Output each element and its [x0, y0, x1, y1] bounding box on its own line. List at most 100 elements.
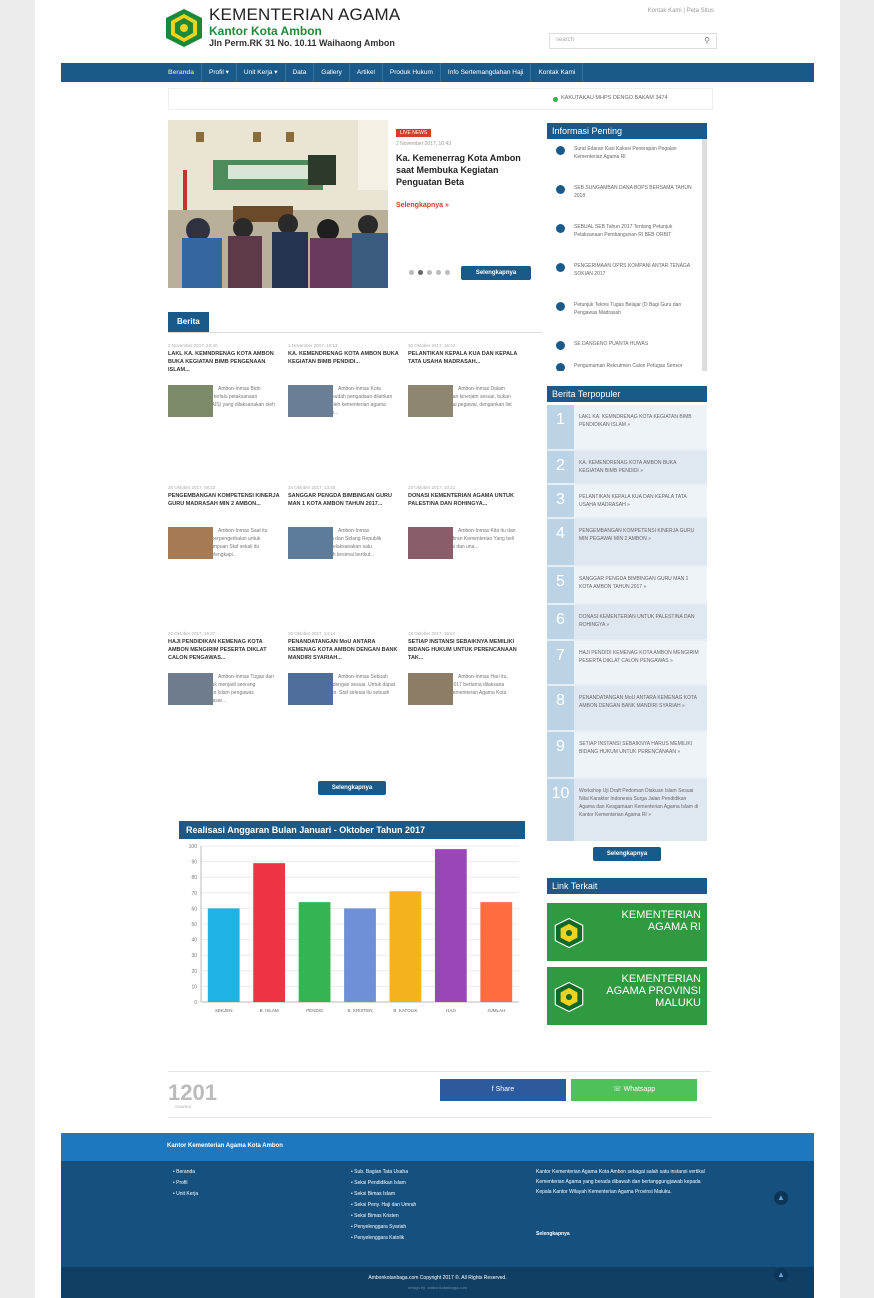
news-thumbnail[interactable] [288, 385, 333, 417]
popular-item[interactable]: 1 LAKL KA. KEMNDRENAG KOTA KEGIATAN BIMB … [547, 405, 707, 449]
popular-title: SANGGAR PENGDA BIMBINGAN GURU MAN 1 KOTA… [579, 576, 689, 590]
slider-dot[interactable] [409, 270, 414, 275]
slider-dot[interactable] [445, 270, 450, 275]
news-item[interactable]: 23 Oktober 2017, 10:21 DONASI KEMENTERIAN… [408, 485, 520, 625]
news-headline[interactable]: PENGEMBANGAN KOMPETENSI KINERJA GURU MAD… [168, 492, 280, 524]
popular-title: SETIAP INSTANSI SEBAIKNYA HARUS MEMILIKI… [579, 741, 693, 755]
popular-item[interactable]: 8 PENANDATANGAN MoU ANTARA KEMENAG KOTA A… [547, 686, 707, 730]
footer-link[interactable]: Seksi Bimas Islam [351, 1189, 416, 1200]
news-thumbnail[interactable] [168, 527, 213, 559]
news-headline[interactable]: PELANTIKAN KEPALA KUA DAN KEPALA TATA US… [408, 350, 520, 382]
slider-image[interactable] [168, 120, 388, 288]
news-thumbnail[interactable] [408, 527, 453, 559]
news-date: 24 Oktober 2017, 13:40 [288, 485, 336, 490]
nav-item-artikel[interactable]: Artikel [350, 63, 383, 82]
news-headline[interactable]: LAKL KA. KEMNDRENAG KOTA AMBON BUKA KEGI… [168, 350, 280, 382]
chart-bar[interactable] [480, 902, 513, 1002]
list-item[interactable]: PENGERIMAAN OPRS KOMPANI ANTAR TENAGA SO… [547, 256, 702, 295]
news-item[interactable]: 2 November 2017, 10:40 LAKL KA. KEMNDRENA… [168, 343, 280, 483]
list-item[interactable]: SEB SUNGAMBAN DANA BOPS BERSAMA TAHUN 20… [547, 178, 702, 217]
list-item[interactable]: SE DANGENO PUANTA HUWAS [547, 334, 702, 356]
footer-link[interactable]: Seksi Peny. Haji dan Umrah [351, 1200, 416, 1211]
list-item[interactable]: Pengumuman Rekrutmen Calon Petugas Senso… [547, 356, 702, 371]
news-headline[interactable]: DONASI KEMENTERIAN AGAMA UNTUK PALESTINA… [408, 492, 520, 524]
news-thumbnail[interactable] [288, 527, 333, 559]
list-item[interactable]: Petunjuk Teknis Tugas Belajar (D Bagi Gu… [547, 295, 702, 334]
popular-item[interactable]: 5 SANGGAR PENGDA BIMBINGAN GURU MAN 1 KOT… [547, 567, 707, 603]
news-item[interactable]: 20 Oktober 2017, 14:14 PENANDATANGAN MoU … [288, 631, 400, 771]
news-thumbnail[interactable] [168, 673, 213, 705]
whatsapp-share-button[interactable]: ☏ Whatsapp [571, 1079, 697, 1101]
nav-item-kontak[interactable]: Kontak Kami [531, 63, 584, 82]
popular-item[interactable]: 3 PELANTIKAN KEPALA KUA DAN KEPALA TATA U… [547, 485, 707, 517]
news-headline[interactable]: SETIAP INSTANSI SEBAIKNYA MEMILIKI BIDAN… [408, 638, 520, 670]
ticker-text[interactable]: KAKUTAKAU MHPS DENGO BAKAM 3474 [561, 95, 668, 101]
chart-bar[interactable] [298, 902, 331, 1002]
slider-selengkapnya-button[interactable]: Selengkapnya [461, 266, 531, 280]
popular-item[interactable]: 10 Workshop Uji Draft Pedoman Diakuan Isl… [547, 779, 707, 841]
berita-selengkapnya-button[interactable]: Selengkapnya [318, 781, 386, 795]
popular-item[interactable]: 7 HAJI PENDIDI KEMENAG KOTA AMBON MENGIRI… [547, 641, 707, 684]
popular-title: LAKL KA. KEMNDRENAG KOTA KEGIATAN BIMB P… [579, 414, 692, 428]
footer-link[interactable]: Seksi Bimas Kristen [351, 1211, 416, 1222]
footer-link[interactable]: Unit Kerja [173, 1189, 198, 1200]
news-headline[interactable]: SANGGAR PENGDA BIMBINGAN GURU MAN 1 KOTA… [288, 492, 400, 524]
link-kemenag-maluku[interactable]: KEMENTERIAN AGAMA PROVINSI MALUKU [547, 967, 707, 1025]
news-item[interactable]: 30 Oktober 2017, 16:13 PELANTIKAN KEPALA … [408, 343, 520, 483]
chart-bar[interactable] [253, 863, 286, 1002]
list-item[interactable]: Surat Edaran Kasi Kakesi Penerapan Pegal… [547, 139, 702, 178]
nav-item-profil[interactable]: Profil ▾ [202, 63, 237, 82]
news-thumbnail[interactable] [408, 385, 453, 417]
popular-item[interactable]: 4 PENGEMBANGAN KOMPETENSI KINERJA GURU MI… [547, 519, 707, 565]
nav-item-data[interactable]: Data [286, 63, 315, 82]
link-kemenag-ri[interactable]: KEMENTERIAN AGAMA RI [547, 903, 707, 961]
news-item[interactable]: 20 Oktober 2017, 16:37 HAJI PENDIDIKAN KE… [168, 631, 280, 771]
chart-bar[interactable] [207, 908, 240, 1002]
popular-item[interactable]: 2 KA. KEMENDRENAG KOTA AMBON BUKA KEGIATA… [547, 451, 707, 483]
popular-item[interactable]: 9 SETIAP INSTANSI SEBAIKNYA HARUS MEMILIK… [547, 732, 707, 777]
popular-item[interactable]: 6 DONASI KEMENTERIAN UNTUK PALESTINA DAN … [547, 605, 707, 639]
news-thumbnail[interactable] [288, 673, 333, 705]
news-thumbnail[interactable] [168, 385, 213, 417]
news-item[interactable]: 24 Oktober 2017, 13:40 SANGGAR PENGDA BIM… [288, 485, 400, 625]
nav-item-produk-hukum[interactable]: Produk Hukum [383, 63, 441, 82]
populer-selengkapnya-button[interactable]: Selengkapnya [593, 847, 661, 861]
list-item[interactable]: SEBUAL SEB Tahun 2017 Tentang Petunjuk P… [547, 217, 702, 256]
news-headline[interactable]: PENANDATANGAN MoU ANTARA KEMENAG KOTA AM… [288, 638, 400, 670]
news-headline[interactable]: KA. KEMENDRENAG KOTA AMBON BUKA KEGIATAN… [288, 350, 400, 382]
nav-item-unit-kerja[interactable]: Unit Kerja ▾ [237, 63, 286, 82]
footer-link[interactable]: Penyelenggara Katolik [351, 1233, 416, 1244]
nav-item-info-haji[interactable]: Info Sertemangdahan Haji [441, 63, 532, 82]
footer-link[interactable]: Sub. Bagian Tata Usaha [351, 1167, 416, 1178]
search-input[interactable]: search ⚲ [549, 33, 717, 49]
footer-link[interactable]: Seksi Pendidikan Islam [351, 1178, 416, 1189]
slider-more-link[interactable]: Selengkapnya » [396, 202, 449, 209]
news-thumbnail[interactable] [408, 673, 453, 705]
footer-link[interactable]: Beranda [173, 1167, 198, 1178]
populer-header: Berita Terpopuler [547, 386, 707, 402]
footer-link[interactable]: Profil [173, 1178, 198, 1189]
search-icon[interactable]: ⚲ [704, 36, 710, 45]
scroll-top-icon[interactable]: ▲ [774, 1191, 788, 1205]
slider-dot[interactable] [427, 270, 432, 275]
news-item[interactable]: 1 November 2017, 10:12 KA. KEMENDRENAG KO… [288, 343, 400, 483]
slider-dot[interactable] [418, 270, 423, 275]
chart-bar[interactable] [344, 908, 376, 1002]
nav-item-beranda[interactable]: Beranda [161, 63, 203, 82]
kemenag-logo[interactable] [163, 8, 205, 48]
news-item[interactable]: 26 Oktober 2017, 08:23 PENGEMBANGAN KOMPE… [168, 485, 280, 625]
nav-item-gallery[interactable]: Gallery [314, 63, 350, 82]
footer-link[interactable]: Penyelenggara Syariah [351, 1222, 416, 1233]
slider-title[interactable]: Ka. Kemenerrag Kota Ambon saat Membuka K… [396, 152, 536, 188]
chart-bar[interactable] [434, 849, 467, 1002]
news-item[interactable]: 19 Oktober 2017, 15:57 SETIAP INSTANSI SE… [408, 631, 520, 771]
scroll-top-icon[interactable]: ▲ [774, 1268, 788, 1282]
top-links[interactable]: Kontak Kami | Peta Situs [648, 8, 714, 14]
slider-dot[interactable] [436, 270, 441, 275]
kemenag-logo [554, 917, 584, 949]
news-headline[interactable]: HAJI PENDIDIKAN KEMENAG KOTA AMBON MENGI… [168, 638, 280, 670]
news-ticker[interactable]: KAKUTAKAU MHPS DENGO BAKAM 3474 [168, 88, 713, 110]
chart-bar[interactable] [389, 891, 422, 1002]
facebook-share-button[interactable]: f Share [440, 1079, 566, 1101]
footer-more-link[interactable]: Selengkapnya [536, 1231, 570, 1237]
